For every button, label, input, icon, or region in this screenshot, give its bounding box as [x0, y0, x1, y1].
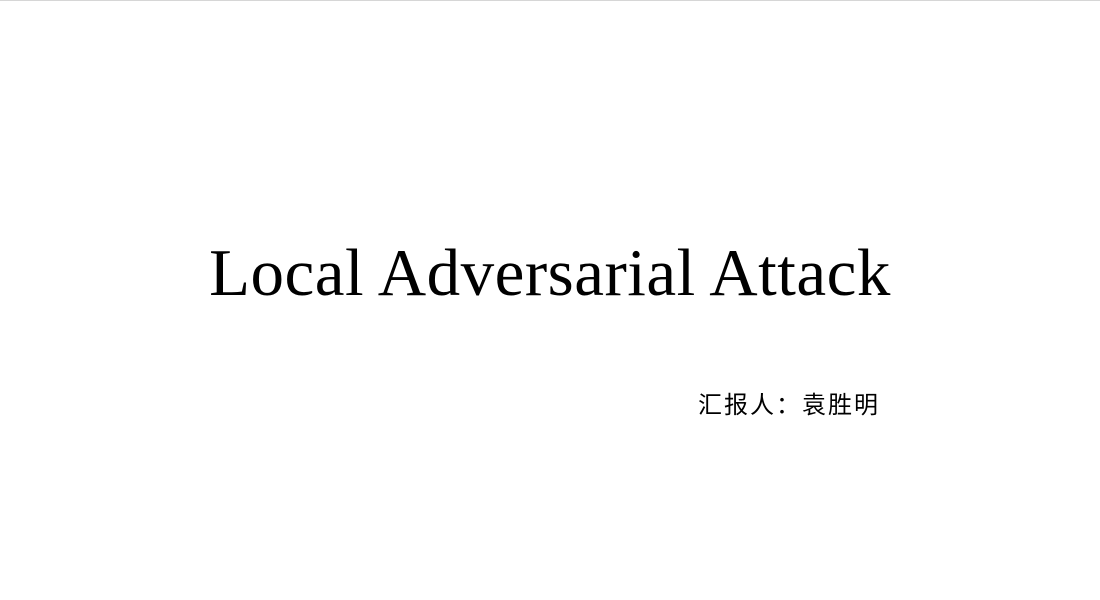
slide-canvas: Local Adversarial Attack 汇报人：袁胜明 — [0, 0, 1100, 600]
slide-title: Local Adversarial Attack — [209, 236, 891, 310]
presenter-label: 汇报人：袁胜明 — [698, 391, 880, 419]
